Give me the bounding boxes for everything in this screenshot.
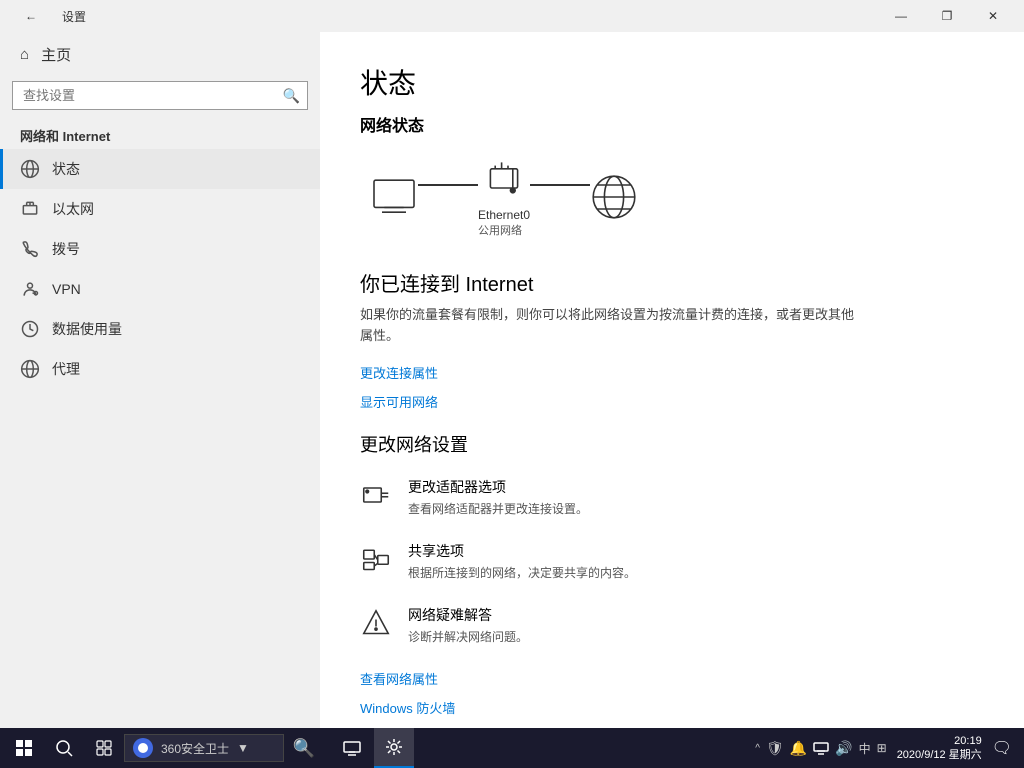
show-networks-link[interactable]: 显示可用网络 xyxy=(360,392,984,411)
network-status-title: 网络状态 xyxy=(360,112,984,136)
sharing-options-title: 共享选项 xyxy=(408,541,636,561)
adapter-options-text: 更改适配器选项 查看网络适配器并更改连接设置。 xyxy=(408,477,588,517)
tray-ime[interactable]: 中 xyxy=(859,740,871,757)
ethernet-icon xyxy=(20,199,40,219)
clock-time: 20:19 xyxy=(954,734,982,748)
page-title: 状态 xyxy=(360,62,984,102)
tray-icons: ^ 🛡 🔔 🔊 中 ⊞ xyxy=(755,739,886,758)
troubleshoot-desc: 诊断并解决网络问题。 xyxy=(408,628,528,645)
sidebar-item-label: 拨号 xyxy=(52,239,80,259)
search-input[interactable] xyxy=(12,81,308,110)
sidebar-item-vpn[interactable]: VPN xyxy=(0,269,320,309)
search-icon: 🔍 xyxy=(283,87,300,104)
proxy-icon xyxy=(20,359,40,379)
ethernet-label: Ethernet0 公用网络 xyxy=(478,204,530,238)
dialup-icon xyxy=(20,239,40,259)
clock-date: 2020/9/12 星期六 xyxy=(897,748,982,762)
minimize-button[interactable]: — xyxy=(878,0,924,32)
change-properties-link[interactable]: 更改连接属性 xyxy=(360,363,984,382)
sharing-options-desc: 根据所连接到的网络，决定要共享的内容。 xyxy=(408,564,636,581)
home-label: 主页 xyxy=(41,44,71,65)
titlebar-left: ← 设置 xyxy=(8,0,878,32)
firewall-link[interactable]: Windows 防火墙 xyxy=(360,698,984,717)
search-arrow: ▼ xyxy=(237,741,249,755)
troubleshoot-icon xyxy=(360,607,392,639)
tray-bell[interactable]: 🔔 xyxy=(790,740,807,757)
sidebar-item-proxy[interactable]: 代理 xyxy=(0,349,320,389)
datausage-icon xyxy=(20,319,40,339)
computer-icon-container xyxy=(370,173,418,221)
sidebar-item-dialup[interactable]: 拨号 xyxy=(0,229,320,269)
back-button[interactable]: ← xyxy=(8,0,54,32)
sharing-icon xyxy=(360,543,392,575)
search-button[interactable] xyxy=(44,728,84,768)
change-settings-title: 更改网络设置 xyxy=(360,431,984,457)
sidebar-home-button[interactable]: ⌂ 主页 xyxy=(0,32,320,77)
sidebar-item-label: 状态 xyxy=(52,159,80,179)
titlebar-controls: — ❐ ✕ xyxy=(878,0,1016,32)
connected-title: 你已连接到 Internet xyxy=(360,268,984,297)
taskbar-middle xyxy=(324,728,747,768)
troubleshoot-item[interactable]: 网络疑难解答 诊断并解决网络问题。 xyxy=(360,605,984,645)
notification-icon[interactable]: 🗨 xyxy=(992,738,1012,758)
360-icon xyxy=(133,738,153,758)
tray-action-center-icon[interactable]: ⊞ xyxy=(877,741,887,755)
taskbar-tray: ^ 🛡 🔔 🔊 中 ⊞ 20:19 2020/9/12 星期六 🗨 xyxy=(747,734,1020,763)
net-line-1 xyxy=(418,184,478,186)
tray-security[interactable]: 🛡 xyxy=(766,740,784,757)
taskbar-network-icon[interactable] xyxy=(332,728,372,768)
sidebar-item-datausage[interactable]: 数据使用量 xyxy=(0,309,320,349)
taskbar-clock[interactable]: 20:19 2020/9/12 星期六 xyxy=(891,734,988,763)
taskbar: 360安全卫士 ▼ 🔍 ^ 🛡 🔔 xyxy=(0,728,1024,768)
start-button[interactable] xyxy=(4,728,44,768)
taskbar-settings-icon[interactable] xyxy=(374,728,414,768)
tray-network[interactable] xyxy=(813,739,829,758)
network-properties-link[interactable]: 查看网络属性 xyxy=(360,669,984,688)
troubleshoot-title: 网络疑难解答 xyxy=(408,605,528,625)
sidebar: ⌂ 主页 🔍 网络和 Internet 状态 xyxy=(0,32,320,728)
sidebar-item-ethernet[interactable]: 以太网 xyxy=(0,189,320,229)
internet-icon-container xyxy=(590,173,638,221)
sidebar-item-label: 以太网 xyxy=(52,199,94,219)
sidebar-item-status[interactable]: 状态 xyxy=(0,149,320,189)
tray-expand[interactable]: ^ xyxy=(755,743,760,754)
tray-volume[interactable]: 🔊 xyxy=(835,740,852,757)
connected-desc: 如果你的流量套餐有限制，则你可以将此网络设置为按流量计费的连接，或者更改其他属性… xyxy=(360,305,860,347)
close-button[interactable]: ✕ xyxy=(970,0,1016,32)
net-line-2 xyxy=(530,184,590,186)
adapter-options-item[interactable]: 更改适配器选项 查看网络适配器并更改连接设置。 xyxy=(360,477,984,517)
network-diagram: Ethernet0 公用网络 xyxy=(370,156,984,238)
titlebar: ← 设置 — ❐ ✕ xyxy=(0,0,1024,32)
adapter-options-desc: 查看网络适配器并更改连接设置。 xyxy=(408,500,588,517)
router-icon-container: Ethernet0 公用网络 xyxy=(478,156,530,238)
troubleshoot-text: 网络疑难解答 诊断并解决网络问题。 xyxy=(408,605,528,645)
adapter-options-title: 更改适配器选项 xyxy=(408,477,588,497)
content-area: 状态 网络状态 xyxy=(320,32,1024,728)
sidebar-item-label: 代理 xyxy=(52,359,80,379)
titlebar-title: 设置 xyxy=(62,8,86,25)
adapter-icon xyxy=(360,479,392,511)
sidebar-section-title: 网络和 Internet xyxy=(0,118,320,149)
sharing-options-item[interactable]: 共享选项 根据所连接到的网络，决定要共享的内容。 xyxy=(360,541,984,581)
sidebar-item-label: 数据使用量 xyxy=(52,319,122,339)
360-label: 360安全卫士 xyxy=(161,740,229,757)
status-icon xyxy=(20,159,40,179)
app-body: ⌂ 主页 🔍 网络和 Internet 状态 xyxy=(0,32,1024,728)
task-view-button[interactable] xyxy=(84,728,124,768)
home-icon: ⌂ xyxy=(20,46,29,63)
sharing-options-text: 共享选项 根据所连接到的网络，决定要共享的内容。 xyxy=(408,541,636,581)
360-search-bar[interactable]: 360安全卫士 ▼ xyxy=(124,734,284,762)
vpn-icon xyxy=(20,279,40,299)
restore-button[interactable]: ❐ xyxy=(924,0,970,32)
sidebar-item-label: VPN xyxy=(52,281,81,297)
taskbar-search-icon[interactable]: 🔍 xyxy=(284,728,324,768)
search-container: 🔍 xyxy=(12,81,308,110)
